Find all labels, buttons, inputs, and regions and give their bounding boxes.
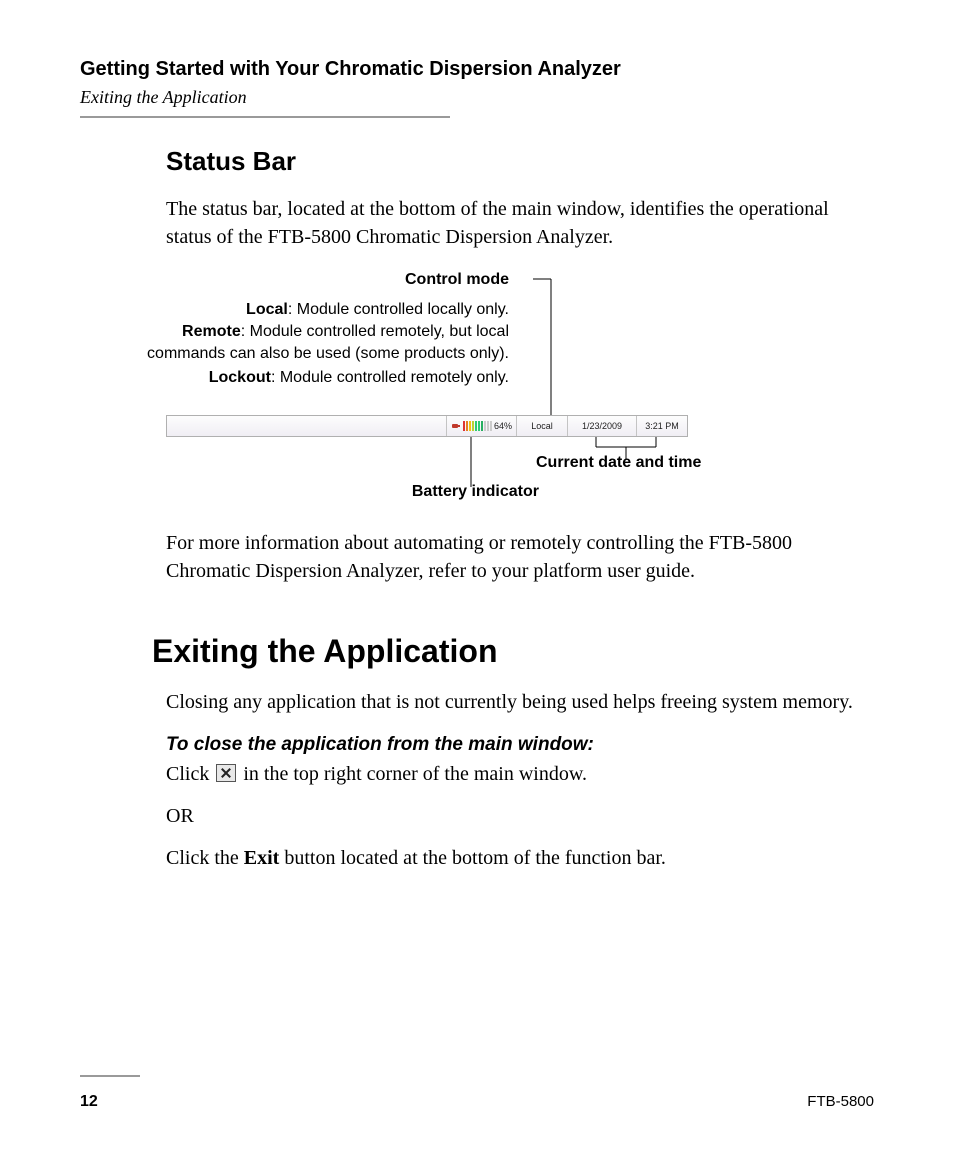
status-bar-intro: The status bar, located at the bottom of… [166, 195, 854, 251]
status-bar-figure: Control mode Local: Module controlled lo… [166, 269, 854, 519]
section-current: Exiting the Application [80, 87, 874, 108]
status-bar-graphic: 64% Local 1/23/2009 3:21 PM [166, 415, 688, 437]
page-footer: 12 FTB-5800 [80, 1093, 874, 1111]
header-rule [80, 116, 450, 118]
status-bar-heading: Status Bar [166, 146, 854, 177]
procedure-step-2: Click the Exit button located at the bot… [166, 844, 854, 872]
battery-bars-icon [463, 421, 492, 431]
close-icon [216, 764, 236, 782]
procedure-heading: To close the application from the main w… [166, 734, 854, 756]
control-mode-label: Control mode [405, 269, 509, 291]
control-mode-lockout: Lockout: Module controlled remotely only… [149, 367, 509, 389]
exiting-heading: Exiting the Application [152, 633, 874, 670]
exiting-intro: Closing any application that is not curr… [166, 688, 854, 716]
procedure-or: OR [166, 802, 854, 830]
datetime-label: Current date and time [536, 452, 701, 474]
page-number: 12 [80, 1093, 98, 1111]
plug-icon [451, 421, 461, 431]
control-mode-cell: Local [517, 416, 568, 436]
time-cell: 3:21 PM [637, 416, 687, 436]
battery-percent: 64% [494, 421, 512, 431]
footer-model: FTB-5800 [807, 1093, 874, 1111]
battery-label: Battery indicator [412, 481, 539, 503]
procedure-step-1: Click in the top right corner of the mai… [166, 760, 854, 788]
battery-indicator-cell: 64% [446, 416, 517, 436]
after-figure-text: For more information about automating or… [166, 529, 854, 585]
footer-rule [80, 1075, 140, 1077]
control-mode-local: Local: Module controlled locally only. [149, 299, 509, 321]
chapter-title: Getting Started with Your Chromatic Disp… [80, 58, 874, 81]
control-mode-remote: Remote: Module controlled remotely, but … [139, 321, 509, 364]
date-cell: 1/23/2009 [568, 416, 637, 436]
